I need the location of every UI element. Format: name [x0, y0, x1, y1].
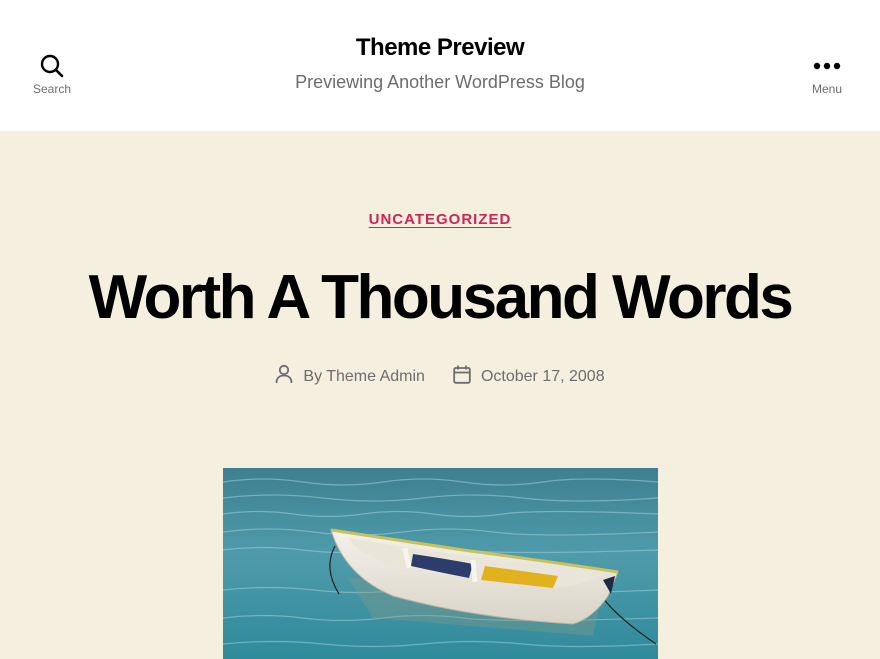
site-description: Previewing Another WordPress Blog: [295, 72, 585, 92]
boat-on-water-photo: [223, 468, 658, 659]
author-link[interactable]: By Theme Admin: [303, 368, 425, 386]
post-meta: By Theme Admin October 17, 2008: [0, 364, 880, 389]
category-link[interactable]: UNCATEGORIZED: [369, 211, 512, 228]
featured-image: [223, 468, 658, 659]
user-icon: [275, 364, 293, 389]
post-author: By Theme Admin: [275, 364, 425, 389]
site-header: Search Theme Preview Previewing Another …: [0, 0, 880, 131]
ellipsis-icon: [813, 52, 841, 80]
menu-toggle[interactable]: Menu: [787, 52, 867, 96]
calendar-icon: [453, 365, 471, 389]
site-title[interactable]: Theme Preview: [0, 34, 880, 62]
date-link[interactable]: October 17, 2008: [481, 368, 605, 386]
post-category: UNCATEGORIZED: [0, 211, 880, 229]
post-title: Worth A Thousand Words: [88, 263, 794, 332]
menu-toggle-label: Menu: [811, 82, 843, 96]
post-date: October 17, 2008: [453, 365, 605, 389]
